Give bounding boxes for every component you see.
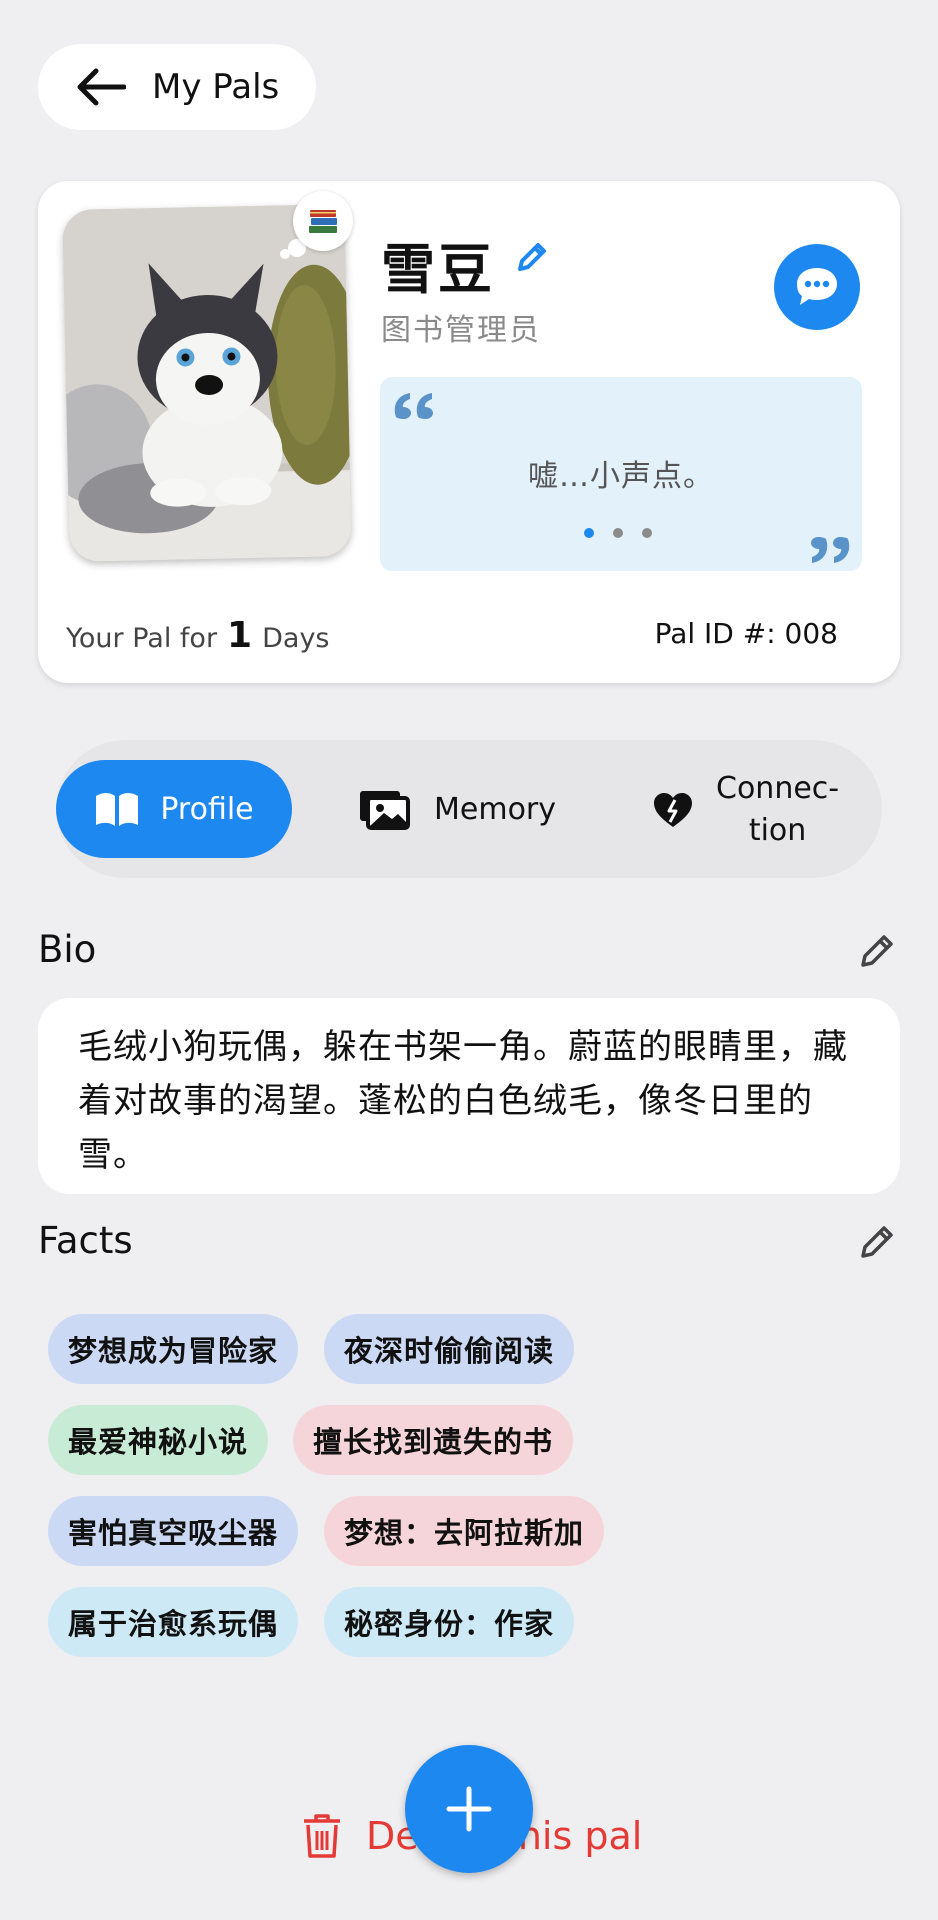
fact-chip[interactable]: 秘密身份：作家	[324, 1587, 575, 1657]
pal-photo[interactable]	[62, 204, 352, 562]
pal-profile-card: 雪豆 图书管理员 嘘…小声点。 Your Pal for 1 Days Pal …	[38, 181, 900, 683]
tab-connection-label-line1: Connec-	[716, 771, 840, 806]
add-button[interactable]	[405, 1745, 533, 1873]
photos-icon	[360, 791, 410, 830]
days-suffix: Days	[262, 623, 330, 654]
chat-bubble-icon	[797, 268, 837, 305]
pal-id: Pal ID #: 008	[654, 617, 838, 650]
tab-bar: Profile Memory Connec- tion	[56, 740, 882, 878]
fact-chip[interactable]: 害怕真空吸尘器	[48, 1496, 299, 1566]
arrow-left-icon	[77, 68, 126, 106]
broken-heart-icon	[654, 793, 692, 827]
fact-chip[interactable]: 擅长找到遗失的书	[293, 1405, 574, 1475]
edit-facts-icon[interactable]	[858, 1223, 896, 1261]
carousel-dot[interactable]	[613, 528, 623, 538]
fact-chip[interactable]: 夜深时偷偷阅读	[324, 1314, 575, 1384]
tab-connection[interactable]: Connec- tion	[652, 770, 839, 850]
fact-chip[interactable]: 属于治愈系玩偶	[48, 1587, 299, 1657]
close-quote-icon	[811, 537, 850, 563]
tab-connection-label-line2: tion	[748, 813, 807, 848]
days-count: 1	[227, 615, 253, 656]
books-icon	[309, 210, 337, 233]
chat-button[interactable]	[774, 244, 860, 330]
fact-chip[interactable]: 梦想成为冒险家	[48, 1314, 299, 1384]
tab-memory-label: Memory	[434, 791, 557, 827]
tab-memory[interactable]: Memory	[358, 760, 556, 858]
open-quote-icon	[394, 393, 433, 419]
back-button[interactable]: My Pals	[38, 44, 316, 130]
quote-carousel[interactable]: 嘘…小声点。	[380, 377, 862, 571]
tab-profile[interactable]: Profile	[56, 760, 292, 858]
facts-title: Facts	[38, 1219, 133, 1262]
quote-text: 嘘…小声点。	[528, 459, 714, 494]
fact-chip[interactable]: 梦想：去阿拉斯加	[324, 1496, 605, 1566]
tab-profile-label: Profile	[160, 791, 254, 827]
carousel-dot-active[interactable]	[584, 528, 594, 538]
days-prefix: Your Pal for	[66, 623, 218, 654]
edit-name-icon[interactable]	[514, 239, 550, 275]
pal-days: Your Pal for 1 Days	[66, 615, 330, 656]
bio-text: 毛绒小狗玩偶，躲在书架一角。蔚蓝的眼睛里，藏着对故事的渴望。蓬松的白色绒毛，像冬…	[38, 998, 900, 1194]
carousel-dot[interactable]	[642, 528, 652, 538]
book-icon	[96, 793, 139, 826]
edit-bio-icon[interactable]	[858, 932, 896, 970]
plus-icon	[446, 1786, 492, 1832]
trash-icon	[304, 1814, 340, 1858]
pal-name: 雪豆	[381, 238, 495, 301]
tab-connection-label: Connec- tion	[716, 768, 839, 852]
pal-role: 图书管理员	[381, 313, 541, 348]
bio-title: Bio	[38, 928, 97, 971]
fact-chip[interactable]: 最爱神秘小说	[48, 1405, 269, 1475]
books-badge	[293, 191, 353, 251]
pal-photo-image	[62, 204, 352, 562]
back-label: My Pals	[152, 67, 280, 107]
